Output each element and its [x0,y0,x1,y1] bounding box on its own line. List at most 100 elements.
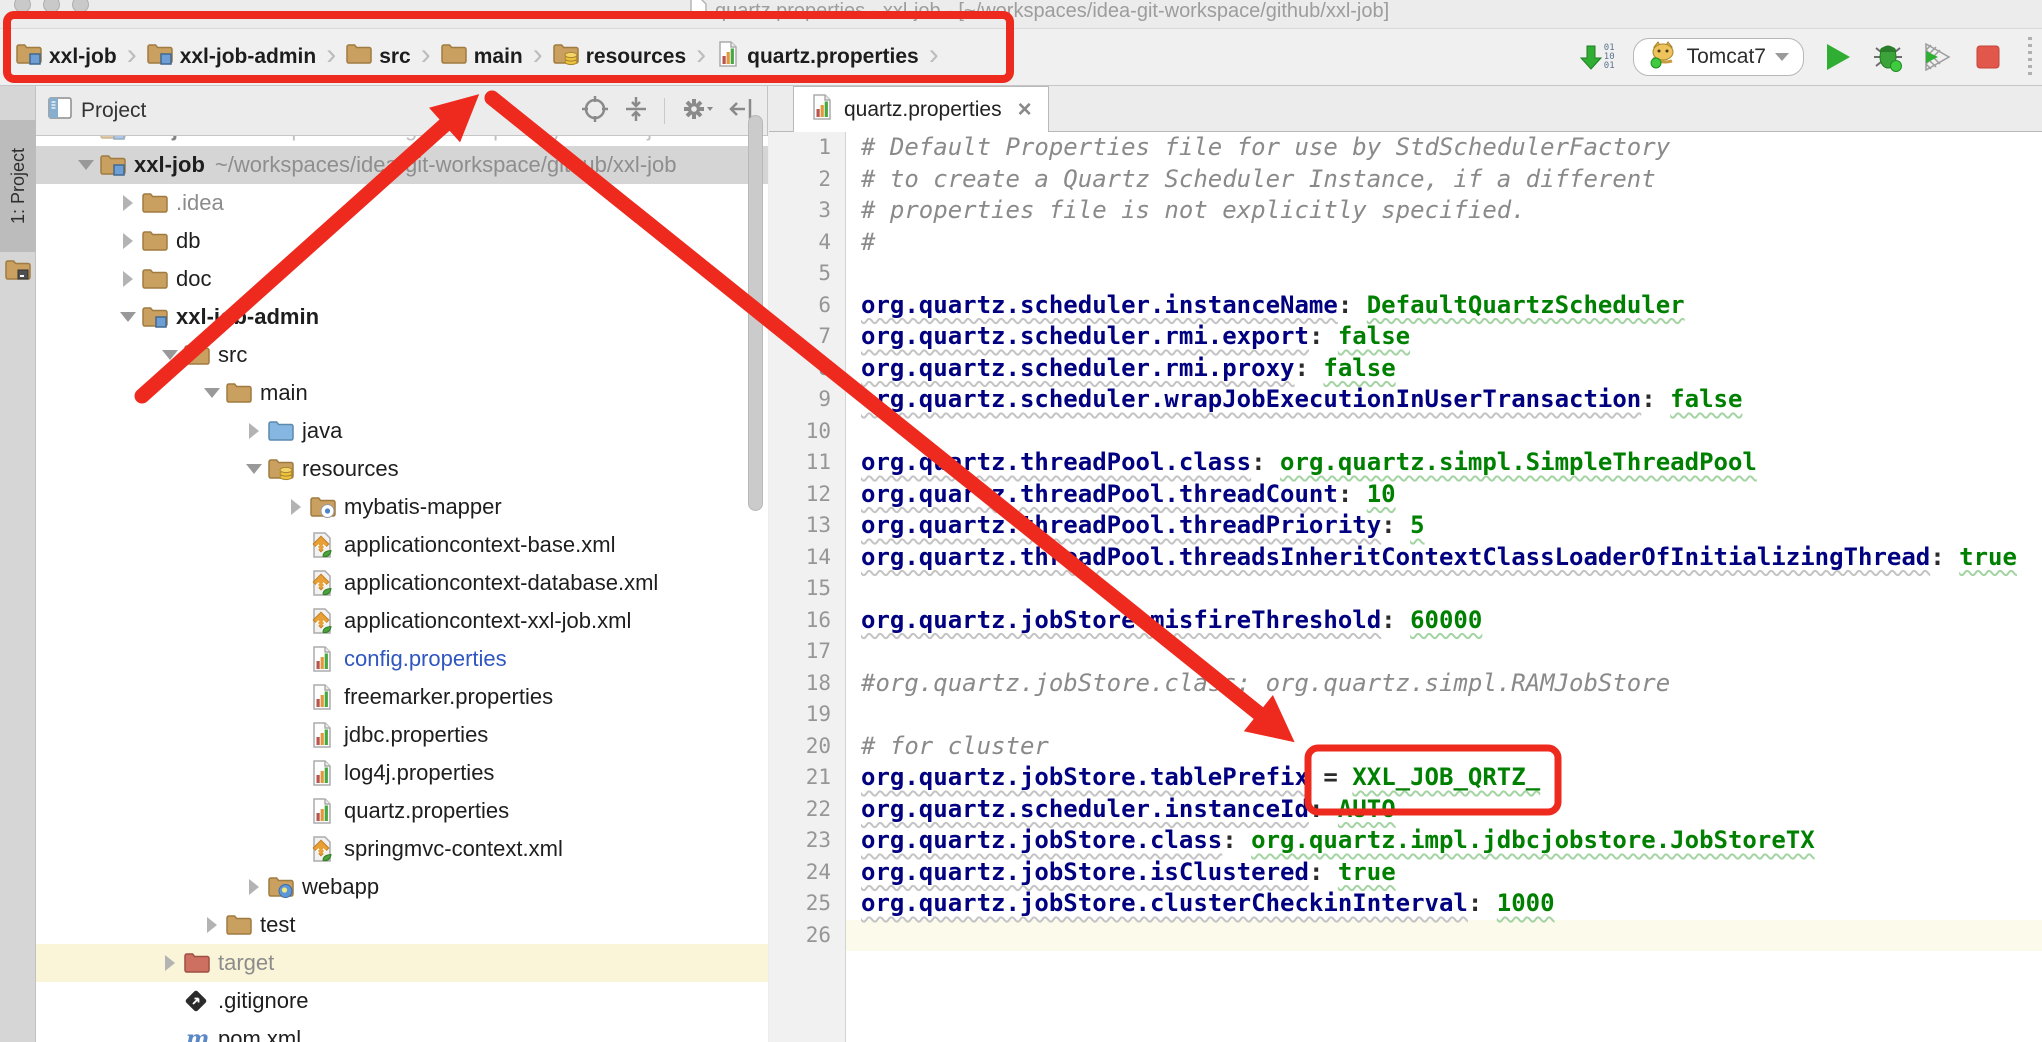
tree-row-applicationcontext-xxl-job-xml[interactable]: applicationcontext-xxl-job.xml [36,602,768,640]
code-line-26[interactable] [846,920,2042,952]
code-line-3[interactable]: # properties file is not explicitly spec… [861,195,2042,227]
breadcrumb-item-xxl-job[interactable]: xxl-job [14,42,119,72]
code-line-24[interactable]: org.quartz.jobStore.isClustered: true [861,857,2042,889]
code-line-23[interactable]: org.quartz.jobStore.class: org.quartz.im… [861,825,2042,857]
breadcrumb-item-src[interactable]: src [344,42,413,72]
zoom-window-icon[interactable] [72,0,89,13]
tree-row-config-properties[interactable]: config.properties [36,640,768,678]
code-line-4[interactable]: # [861,227,2042,259]
code-line-8[interactable]: org.quartz.scheduler.rmi.proxy: false [861,353,2042,385]
chevron-expanded-icon[interactable] [246,464,262,474]
chevron-expanded-icon[interactable] [120,312,136,322]
tree-row-jdbc-properties[interactable]: jdbc.properties [36,716,768,754]
code-line-7[interactable]: org.quartz.scheduler.rmi.export: false [861,321,2042,353]
tree-row-db[interactable]: db [36,222,768,260]
code-line-16[interactable]: org.quartz.jobStore.misfireThreshold: 60… [861,605,2042,637]
code-segment: org.quartz.scheduler.rmi.proxy [861,354,1294,382]
chevron-collapsed-icon[interactable] [249,423,259,439]
close-tab-icon[interactable]: × [1018,100,1032,120]
chevron-expanded-icon[interactable] [78,160,94,170]
chevron-expanded-icon[interactable] [162,350,178,360]
tree-row-applicationcontext-base-xml[interactable]: applicationcontext-base.xml [36,526,768,564]
debug-button[interactable] [1872,41,1904,73]
code-segment: # for cluster [861,732,1049,760]
tree-row-freemarker-properties[interactable]: freemarker.properties [36,678,768,716]
tree-row-mybatis-mapper[interactable]: mybatis-mapper [36,488,768,526]
project-tool-icon[interactable] [5,258,31,287]
close-window-icon[interactable] [14,0,31,13]
tree-row-doc[interactable]: doc [36,260,768,298]
run-button[interactable] [1822,41,1854,73]
code-area[interactable]: # Default Properties file for use by Std… [846,132,2042,1042]
run-configuration-select[interactable]: Tomcat7 [1633,38,1804,76]
code-line-15[interactable] [861,573,2042,605]
tree-scrollbar-thumb[interactable] [748,115,763,511]
tree-row-webapp[interactable]: webapp [36,868,768,906]
tree-row-src[interactable]: src [36,336,768,374]
breadcrumb-label: main [474,45,523,69]
chevron-collapsed-icon[interactable] [123,271,133,287]
code-line-25[interactable]: org.quartz.jobStore.clusterCheckinInterv… [861,888,2042,920]
editor-tab-title: quartz.properties [844,98,1002,122]
chevron-down-icon[interactable] [440,108,456,117]
code-line-21[interactable]: org.quartz.jobStore.tablePrefix = XXL_JO… [861,762,2042,794]
tree-row-main[interactable]: main [36,374,768,412]
tree-row-springmvc-context-xml[interactable]: springmvc-context.xml [36,830,768,868]
code-line-22[interactable]: org.quartz.scheduler.instanceId: AUTO [861,794,2042,826]
tree-item-label: pom.xml [218,1026,301,1042]
update-application-icon[interactable]: 011001 [1580,44,1615,71]
editor-tab-quartz-properties[interactable]: quartz.properties × [793,86,1049,132]
code-line-13[interactable]: org.quartz.threadPool.threadPriority: 5 [861,510,2042,542]
breadcrumb-item-main[interactable]: main [439,42,525,72]
tree-row-java[interactable]: java [36,412,768,450]
chevron-collapsed-icon[interactable] [165,955,175,971]
chevron-collapsed-icon[interactable] [291,499,301,515]
tree-row-pom-xml[interactable]: m pom.xml [36,1020,768,1042]
tool-window-tab-project[interactable]: 1: Project [0,120,36,252]
tree-row--gitignore[interactable]: .gitignore [36,982,768,1020]
code-line-19[interactable] [861,699,2042,731]
code-line-11[interactable]: org.quartz.threadPool.class: org.quartz.… [861,447,2042,479]
code-line-20[interactable]: # for cluster [861,731,2042,763]
breadcrumb-item-quartz.properties[interactable]: quartz.properties [714,41,921,73]
locate-icon[interactable] [582,96,608,127]
tree-row-resources[interactable]: resources [36,450,768,488]
code-line-9[interactable]: org.quartz.scheduler.wrapJobExecutionInU… [861,384,2042,416]
chevron-collapsed-icon[interactable] [123,233,133,249]
minimize-window-icon[interactable] [43,0,60,13]
code-line-5[interactable] [861,258,2042,290]
chevron-collapsed-icon[interactable] [123,195,133,211]
tree-row-xxl-job-admin[interactable]: xxl-job-admin [36,298,768,336]
chevron-collapsed-icon[interactable] [249,879,259,895]
tree-row-log4j-properties[interactable]: log4j.properties [36,754,768,792]
settings-gear-icon[interactable] [681,96,713,127]
breadcrumb-item-resources[interactable]: resources [551,42,688,72]
project-view-selector[interactable]: Project [48,86,146,136]
tree-row-xxl-job[interactable]: xxl-job~/workspaces/idea-git-workspace/g… [36,146,768,184]
code-line-12[interactable]: org.quartz.threadPool.threadCount: 10 [861,479,2042,511]
breadcrumb-item-xxl-job-admin[interactable]: xxl-job-admin [145,42,319,72]
code-line-1[interactable]: # Default Properties file for use by Std… [861,132,2042,164]
code-segment: = [1309,763,1352,791]
stop-button[interactable] [1972,41,2004,73]
tree-row--idea[interactable]: .idea [36,184,768,222]
tree-row-test[interactable]: test [36,906,768,944]
tree-row-applicationcontext-database-xml[interactable]: applicationcontext-database.xml [36,564,768,602]
tree-item-path: ~/workspaces/idea-git-workspace/github/x… [215,136,677,142]
code-line-2[interactable]: # to create a Quartz Scheduler Instance,… [861,164,2042,196]
code-line-17[interactable] [861,636,2042,668]
chevron-collapsed-icon[interactable] [207,917,217,933]
code-line-18[interactable]: #org.quartz.jobStore.class: org.quartz.s… [861,668,2042,700]
code-line-10[interactable] [861,416,2042,448]
pom-icon: m [184,1027,210,1042]
tree-row-quartz-properties[interactable]: quartz.properties [36,792,768,830]
tree-row-target[interactable]: target [36,944,768,982]
chevron-expanded-icon[interactable] [204,388,220,398]
run-with-coverage-button[interactable] [1922,41,1954,73]
code-line-6[interactable]: org.quartz.scheduler.instanceName: Defau… [861,290,2042,322]
breadcrumb-separator: › [688,38,714,76]
collapse-all-icon[interactable] [624,96,648,127]
tree-row-xxl-job[interactable]: xxl-job~/workspaces/idea-git-workspace/g… [36,136,768,146]
code-line-14[interactable]: org.quartz.threadPool.threadsInheritCont… [861,542,2042,574]
tree-item-label: src [218,342,247,368]
